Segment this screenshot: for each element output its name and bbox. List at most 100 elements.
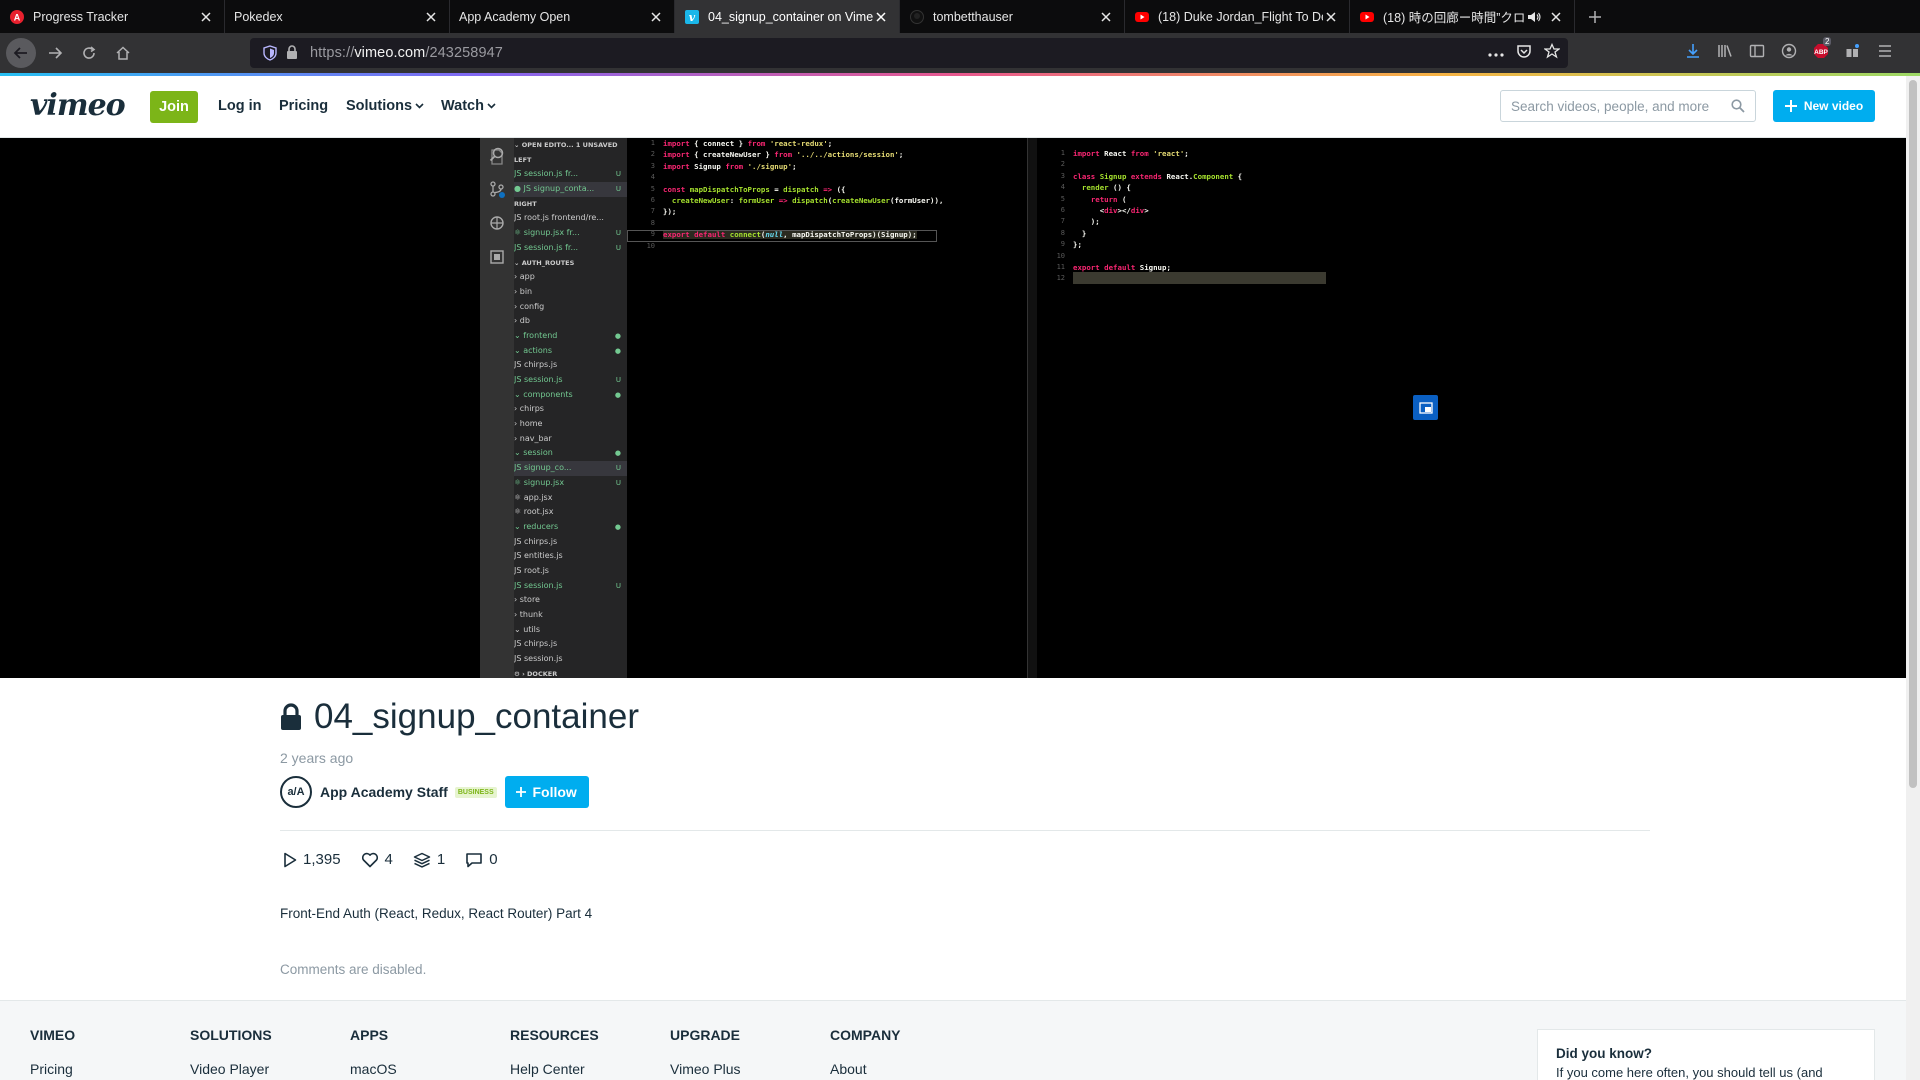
plays-stat[interactable]: 1,395: [283, 851, 341, 868]
chevron-down-icon: [415, 103, 424, 109]
search-icon[interactable]: [1731, 99, 1745, 118]
line-number: 8: [650, 218, 655, 227]
plus-icon: [1589, 10, 1601, 23]
tab-youtube-duke-jordan[interactable]: (18) Duke Jordan_Flight To Den: [1125, 0, 1350, 33]
tab-progress-tracker[interactable]: A Progress Tracker: [0, 0, 225, 33]
line-number: 5: [1060, 194, 1065, 203]
download-icon[interactable]: [1685, 43, 1701, 64]
line-number: 5: [650, 184, 655, 193]
video-player[interactable]: ⌄ OPEN EDITO... 1 UNSAVED LEFT JS sessio…: [0, 138, 1906, 678]
explorer-row-label: JS root.js: [514, 565, 549, 575]
arrow-left-icon: [13, 47, 27, 59]
likes-stat[interactable]: 4: [361, 851, 393, 868]
explorer-row-label: › thunk: [514, 610, 543, 619]
tab-youtube-jikan-no-kairou[interactable]: (18) 時の回廊ー時間”クロノ: [1350, 0, 1575, 33]
code-line: import { connect } from 'react-redux';: [663, 139, 833, 148]
forward-button[interactable]: [40, 38, 70, 68]
footer-link[interactable]: About: [830, 1061, 901, 1077]
video-frame[interactable]: ⌄ OPEN EDITO... 1 UNSAVED LEFT JS sessio…: [480, 138, 1438, 678]
search-input[interactable]: [1511, 98, 1721, 114]
follow-label: Follow: [532, 784, 577, 800]
explorer-row-label: ⌄ utils: [514, 624, 541, 634]
lock-icon[interactable]: [286, 45, 300, 61]
footer-link[interactable]: Video Player: [190, 1061, 272, 1077]
pricing-link[interactable]: Pricing: [279, 98, 328, 114]
watch-menu[interactable]: Watch: [441, 98, 496, 114]
speaker-icon[interactable]: [1526, 9, 1542, 25]
url-path: /243258947: [425, 45, 503, 61]
page-scrollbar[interactable]: [1906, 76, 1920, 1080]
new-video-button[interactable]: New video: [1773, 90, 1875, 122]
close-tab-icon[interactable]: [1098, 9, 1114, 25]
explorer-row-label: JS session.js fr...: [514, 242, 579, 252]
follow-button[interactable]: Follow: [504, 776, 589, 808]
adblock-extension-icon[interactable]: ABP 2: [1813, 36, 1832, 64]
explorer-row: ⌄ frontend ●: [514, 329, 627, 344]
explorer-row-label: JS chirps.js: [514, 639, 558, 649]
line-number: 3: [650, 161, 655, 170]
explorer-row: ⚛ signup.jsx U: [514, 476, 627, 491]
svg-text:v: v: [689, 11, 696, 24]
address-bar[interactable]: https://vimeo.com/243258947: [250, 38, 1568, 68]
pocket-icon[interactable]: [1516, 43, 1532, 64]
collections-stat[interactable]: 1: [413, 851, 445, 868]
explorer-row-label: JS entities.js: [514, 551, 563, 561]
explorer-row: ⌄ utils: [514, 623, 627, 638]
avatar[interactable]: a/A: [280, 776, 312, 808]
explorer-row-badge: U: [615, 170, 621, 179]
explorer-row-label: ⌄ session: [514, 448, 553, 458]
join-button[interactable]: Join: [150, 91, 198, 123]
close-tab-icon[interactable]: [648, 9, 664, 25]
explorer-row-label: JS session.js fr...: [514, 169, 579, 179]
tab-github[interactable]: tombetthauser: [900, 0, 1125, 33]
more-actions-icon[interactable]: [1488, 44, 1504, 62]
comments-stat[interactable]: 0: [465, 851, 498, 868]
line-number: 6: [650, 195, 655, 204]
login-link[interactable]: Log in: [218, 98, 262, 114]
explorer-row: ⚛ root.jsx: [514, 505, 627, 520]
close-tab-icon[interactable]: [423, 9, 439, 25]
explorer-row: JS chirps.js: [514, 637, 627, 652]
footer-link[interactable]: Help Center: [510, 1061, 599, 1077]
explorer-row-badge: ●: [614, 522, 621, 531]
channel-name[interactable]: App Academy Staff: [320, 784, 448, 800]
home-button[interactable]: [108, 38, 138, 68]
explorer-row-label: › db: [514, 316, 530, 326]
explorer-row-label: JS session.js: [514, 654, 563, 664]
footer-link[interactable]: macOS: [350, 1061, 397, 1077]
close-tab-icon[interactable]: [1323, 9, 1339, 25]
picture-in-picture-button[interactable]: [1413, 395, 1438, 420]
new-tab-button[interactable]: [1575, 0, 1615, 33]
close-tab-icon[interactable]: [873, 9, 889, 25]
extensions-icon[interactable]: [1845, 43, 1861, 64]
explorer-row-label: › app: [514, 272, 535, 282]
sidebar-icon[interactable]: [1749, 43, 1765, 64]
tab-app-academy-open[interactable]: App Academy Open: [450, 0, 675, 33]
tab-pokedex[interactable]: Pokedex: [225, 0, 450, 33]
footer-link[interactable]: Pricing: [30, 1061, 75, 1077]
explorer-row: ● JS signup_conta... U: [514, 182, 627, 197]
explorer-row-badge: U: [615, 376, 621, 384]
reload-button[interactable]: [74, 38, 104, 68]
tab-vimeo-video[interactable]: v 04_signup_container on Vimeo: [675, 0, 900, 33]
menu-icon[interactable]: [1877, 44, 1893, 63]
arrow-right-icon: [49, 47, 63, 59]
solutions-menu[interactable]: Solutions: [346, 98, 424, 114]
bookmark-star-icon[interactable]: [1543, 42, 1561, 64]
explorer-row: › db: [514, 314, 627, 329]
back-button[interactable]: [6, 38, 36, 68]
tracking-shield-icon[interactable]: [262, 45, 278, 61]
tab-label: (18) Duke Jordan_Flight To Den: [1158, 9, 1323, 24]
search-icon: [489, 147, 504, 162]
account-icon[interactable]: [1781, 43, 1797, 64]
vimeo-logo[interactable]: vimeo: [30, 88, 126, 123]
explorer-row: JS root.js: [514, 564, 627, 579]
footer-column-upgrade: UPGRADE Vimeo Plus: [670, 1027, 741, 1077]
library-icon[interactable]: [1717, 43, 1733, 64]
close-tab-icon[interactable]: [1548, 9, 1564, 25]
close-tab-icon[interactable]: [198, 9, 214, 25]
explorer-row: LEFT: [514, 153, 627, 168]
footer-link[interactable]: Vimeo Plus: [670, 1061, 741, 1077]
scrollbar-thumb[interactable]: [1909, 80, 1917, 788]
